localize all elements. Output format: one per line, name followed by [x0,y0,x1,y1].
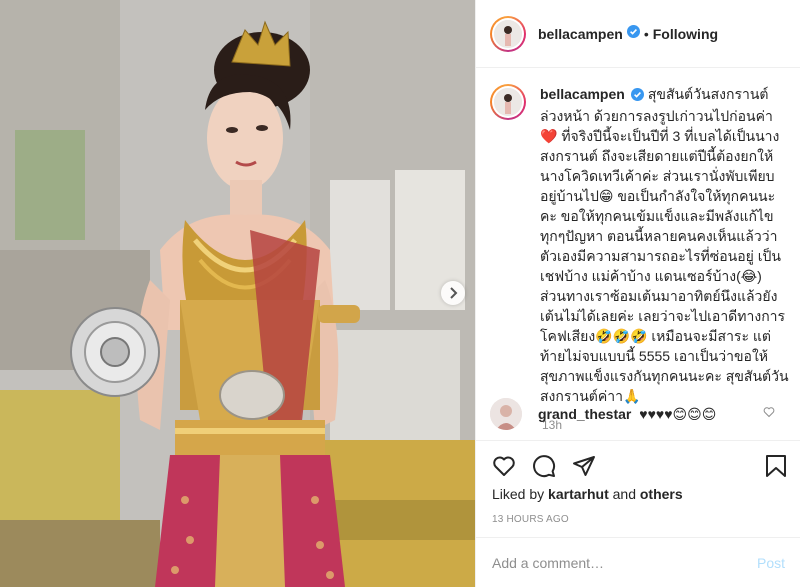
caption-avatar[interactable] [490,84,526,120]
separator: • [643,25,649,42]
action-bar [476,440,800,490]
following-button[interactable]: Following [653,26,718,42]
add-comment-bar: Post [476,537,800,587]
author-username[interactable]: bellacampen [538,26,623,42]
post-photo[interactable] [0,0,475,587]
bookmark-icon[interactable] [765,454,787,483]
caption-text: bellacampen สุขสันต์วันสงกรานต์ล่วงหน้า ด… [540,84,790,406]
verified-badge-icon [630,86,644,106]
post-side-panel: bellacampen • Following bellacampen สุขส… [475,0,800,587]
caption-body: สุขสันต์วันสงกรานต์ล่วงหน้า ด้วยการลงรูป… [540,86,789,404]
likes-and: and [612,486,636,502]
likes-others-link[interactable]: others [640,486,683,502]
next-photo-button[interactable] [441,281,465,305]
small-heart-icon[interactable] [763,405,775,423]
comment-bubble-icon[interactable] [532,454,556,478]
likes-summary: Liked by kartarhut and others [492,486,683,502]
comment-row: grand_thestar ♥♥♥♥😊😊😊 [490,398,790,430]
post-header: bellacampen • Following [476,0,800,68]
post-timestamp[interactable]: 13 HOURS AGO [492,514,569,525]
chevron-right-icon [450,287,458,299]
caption-block: bellacampen สุขสันต์วันสงกรานต์ล่วงหน้า ด… [490,84,790,432]
likes-prefix: Liked by [492,486,545,502]
photo-illustration [0,0,475,587]
commenter-avatar[interactable] [490,398,522,430]
comment-text: ♥♥♥♥😊😊😊 [639,405,717,422]
comment-input[interactable] [492,554,757,571]
commenter-username[interactable]: grand_thestar [538,406,631,422]
verified-badge-icon [626,24,640,43]
post-comment-button[interactable]: Post [757,555,785,571]
paper-plane-icon[interactable] [572,454,596,478]
liker-username[interactable]: kartarhut [548,486,609,502]
caption-username[interactable]: bellacampen [540,86,625,102]
heart-icon[interactable] [492,454,516,478]
avatar[interactable] [490,15,526,52]
